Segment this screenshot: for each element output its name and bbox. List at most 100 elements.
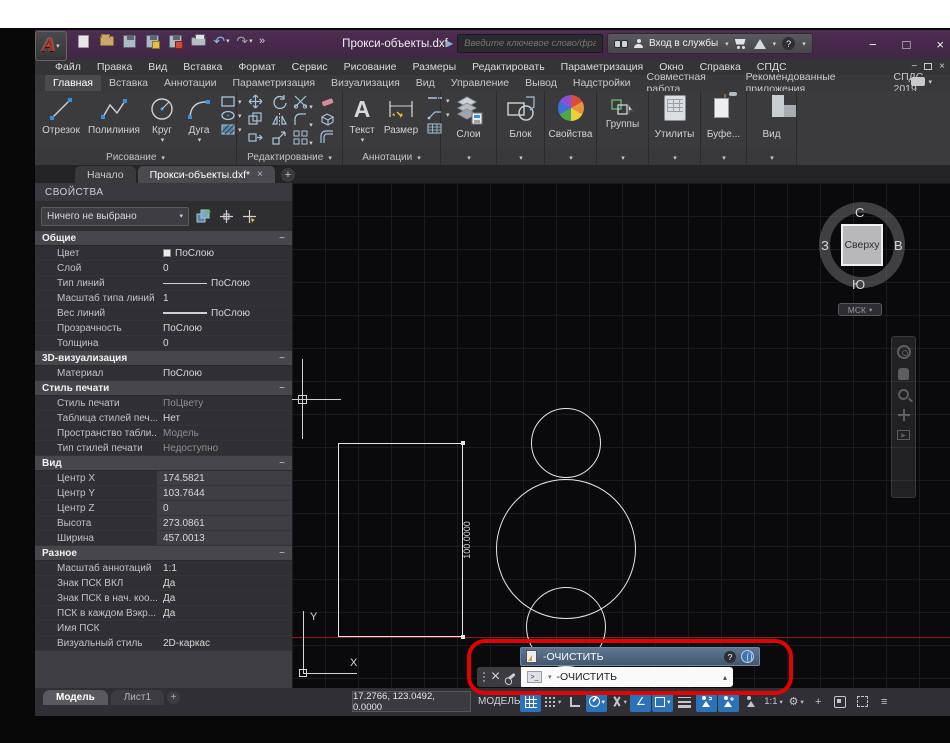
recent-commands-icon[interactable]: ▴ [723,673,727,682]
undo-button[interactable]: ↶▾ [213,33,230,49]
annotation-autoscale-toggle[interactable] [718,692,739,712]
close-tab-icon[interactable]: × [257,169,263,180]
quick-select-button[interactable] [240,207,258,225]
explode-icon[interactable] [320,112,335,132]
trim-icon[interactable]: ▾ [293,94,313,114]
tab-featured-apps[interactable]: Рекомендованные приложения [738,75,886,91]
minimize-button[interactable]: − [869,37,877,52]
panel-utilities[interactable]: Утилиты ▾ [649,91,701,165]
panel-view[interactable]: Вид ▾ [747,91,797,165]
tab-annotate[interactable]: Аннотации [156,75,225,91]
menu-draw[interactable]: Рисование [336,61,405,73]
tab-insert[interactable]: Вставка [101,75,156,91]
annotation-scale-icon-button[interactable] [740,692,761,712]
a360-icon[interactable] [754,39,766,49]
line-tool-button[interactable]: Отрезок [37,93,85,144]
doc-restore-button[interactable] [924,63,932,70]
model-space-toggle[interactable]: МОДЕЛЬ [478,691,520,712]
new-file-button[interactable] [75,33,92,49]
zoom-icon[interactable] [898,389,909,400]
panel-clipboard[interactable]: Буфе... ▾ [701,91,747,165]
command-suggestion-text[interactable]: -ОЧИСТИТЬ [543,651,603,663]
help-icon[interactable]: ? [782,37,795,50]
collapse-icon[interactable]: − [279,353,285,364]
panel-block[interactable]: Блок ▾ [497,91,545,165]
command-input[interactable]: >_ ▾ -ОЧИСТИТЬ ▴ [521,667,733,687]
section-view[interactable]: Вид− [35,456,292,471]
tab-view[interactable]: Вид [408,75,443,91]
close-command-line-button[interactable]: × [491,668,500,686]
tab-visualize[interactable]: Визуализация [323,75,408,91]
signin-button[interactable]: Вход в службы [649,38,718,49]
panel-title-draw[interactable]: Рисование▾ [35,150,236,165]
menu-format[interactable]: Формат [230,61,283,73]
collapse-icon[interactable]: − [279,233,285,244]
drag-handle-icon[interactable] [482,671,486,683]
workspace-switching-button[interactable]: ⚙▾ [786,692,807,712]
tab-addins[interactable]: Надстройки [565,75,639,91]
panel-expand-groups[interactable]: ▾ [597,150,648,165]
panel-title-annotation[interactable]: Аннотации▾ [343,150,440,165]
annotation-visibility-toggle[interactable] [696,692,717,712]
ortho-mode-toggle[interactable] [564,692,585,712]
open-file-button[interactable] [98,33,115,49]
menu-edit[interactable]: Правка [89,61,140,73]
copy-icon[interactable] [248,112,263,132]
select-objects-button[interactable] [217,207,235,225]
ribbon-display-toggle[interactable]: ▾ [911,77,932,86]
grid-display-toggle[interactable] [520,692,541,712]
tab-home[interactable]: Главная [45,75,101,91]
menu-dimension[interactable]: Размеры [405,61,465,73]
search-expand-icon[interactable]: ▶ [447,39,453,48]
save-button[interactable] [121,33,138,49]
annotation-scale-dropdown[interactable]: 1:1▾ [762,692,784,712]
layout1-tab[interactable]: Лист1 [111,690,164,705]
polar-tracking-toggle[interactable]: ▾ [586,692,607,712]
menu-insert[interactable]: Вставка [175,61,230,73]
panel-expand-properties[interactable]: ▾ [545,150,596,165]
circle-tool-button[interactable]: Круг ▾ [143,93,181,144]
viewcube-top-face[interactable]: Сверху [841,224,883,266]
binoculars-search-icon[interactable] [614,40,628,48]
maximize-button[interactable]: □ [903,37,911,52]
lineweight-toggle[interactable] [674,692,695,712]
viewcube-east[interactable]: В [894,238,903,253]
new-drawing-button[interactable]: + [281,168,295,182]
wrench-icon[interactable] [505,672,515,681]
command-line-grip[interactable]: × [477,667,521,687]
qat-more-button[interactable]: » [259,35,264,47]
clean-screen-button[interactable] [852,692,873,712]
panel-expand-layers[interactable]: ▾ [441,150,496,165]
panel-title-modify[interactable]: Редактирование▾ [237,150,342,165]
collapse-icon[interactable]: − [279,458,285,469]
offset-icon[interactable] [320,130,335,150]
panel-groups[interactable]: Группы ▾ [597,91,649,165]
command-prompt-icon[interactable]: >_ [527,671,542,683]
redo-button[interactable]: ↷▾ [236,33,253,49]
stretch-icon[interactable] [248,130,263,150]
command-input-text[interactable]: -ОЧИСТИТЬ [557,671,617,683]
app-store-cart-icon[interactable] [735,39,748,49]
model-space-canvas[interactable]: 100.0000 Y X Сверху С З В Ю [292,183,950,688]
object-snap-tracking-toggle[interactable]: ∠ [630,692,651,712]
collapse-icon[interactable]: − [279,383,285,394]
orbit-icon[interactable] [898,409,910,421]
save-as-button[interactable] [144,33,161,49]
isolate-objects-button[interactable] [830,692,851,712]
tab-parametric[interactable]: Параметризация [225,75,324,91]
showmotion-icon[interactable]: ▶ [897,430,910,440]
command-autocomplete-tooltip[interactable]: -ОЧИСТИТЬ ? [520,647,760,666]
customization-button[interactable]: ≡ [874,692,895,712]
move-icon[interactable] [248,94,263,114]
isodraft-toggle[interactable]: ▾ [608,692,629,712]
tab-manage[interactable]: Управление [443,75,517,91]
application-menu-button[interactable]: A ▾ [35,31,67,61]
viewcube-north[interactable]: С [855,205,864,220]
scale-icon[interactable] [272,130,287,150]
menu-file[interactable]: Файл [47,61,89,73]
tab-output[interactable]: Вывод [517,75,565,91]
mirror-icon[interactable] [272,112,287,132]
help-icon[interactable]: ? [724,651,736,663]
snap-mode-toggle[interactable]: ▾ [542,692,563,712]
panel-expand-view[interactable]: ▾ [747,150,796,165]
